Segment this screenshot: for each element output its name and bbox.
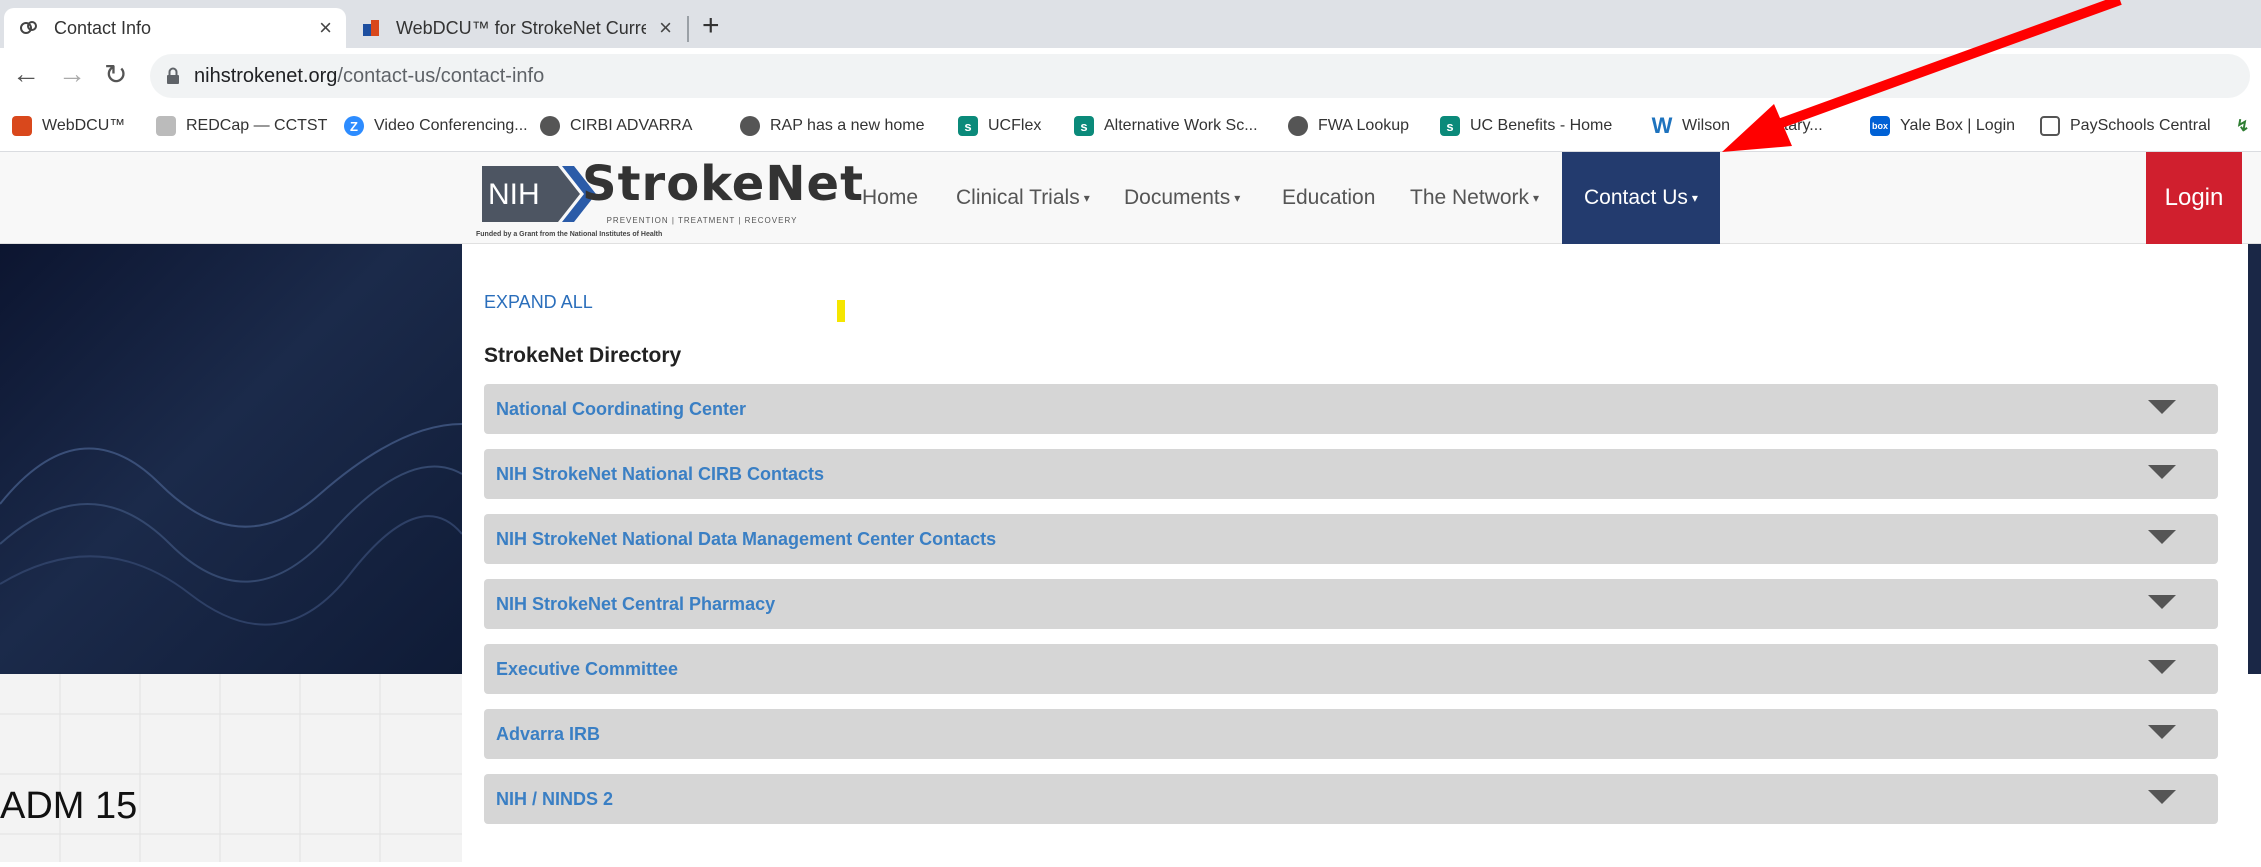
bookmark-video-conferencing[interactable]: Z Video Conferencing... bbox=[344, 116, 528, 136]
annotation-arrow-icon bbox=[1722, 0, 2122, 152]
chevron-down-icon bbox=[2148, 660, 2176, 674]
sharepoint-icon: s bbox=[1440, 116, 1460, 136]
bookmark-alternative-work[interactable]: s Alternative Work Sc... bbox=[1074, 116, 1258, 136]
reload-icon[interactable]: ↻ bbox=[104, 58, 127, 91]
bookmark-cirbi-advarra[interactable]: CIRBI ADVARRA bbox=[540, 116, 692, 136]
bookmark-webdcu[interactable]: WebDCU™ bbox=[12, 116, 125, 136]
directory-title: StrokeNet Directory bbox=[484, 344, 682, 367]
nav-label: Documents bbox=[1124, 186, 1231, 209]
bookmark-label: WebDCU™ bbox=[42, 117, 126, 134]
chevron-down-icon bbox=[2148, 595, 2176, 609]
chevron-down-icon bbox=[2148, 725, 2176, 739]
bookmark-ucflex[interactable]: s UCFlex bbox=[958, 116, 1041, 136]
accordion-national-coordinating-center[interactable]: National Coordinating Center bbox=[484, 384, 2218, 434]
nav-education[interactable]: Education bbox=[1282, 152, 1375, 244]
accordion-cirb-contacts[interactable]: NIH StrokeNet National CIRB Contacts bbox=[484, 449, 2218, 499]
tab-title: Contact Info bbox=[54, 17, 152, 38]
nav-documents[interactable]: Documents ▾ bbox=[1124, 152, 1240, 244]
sharepoint-icon: s bbox=[1074, 116, 1094, 136]
close-tab-icon[interactable]: × bbox=[319, 15, 332, 41]
logo-funded-by: Funded by a Grant from the National Inst… bbox=[476, 231, 663, 238]
bookmark-label: RAP has a new home bbox=[770, 117, 925, 134]
webdcu-icon bbox=[12, 116, 32, 136]
highlight-mark bbox=[837, 300, 845, 322]
bookmark-label: REDCap — CCTST bbox=[186, 117, 328, 134]
accordion-data-management-center[interactable]: NIH StrokeNet National Data Management C… bbox=[484, 514, 2218, 564]
nav-label: Education bbox=[1282, 186, 1376, 209]
nav-label: Contact Us bbox=[1584, 186, 1688, 209]
accordion-advarra-irb[interactable]: Advarra IRB bbox=[484, 709, 2218, 759]
nav-label: Clinical Trials bbox=[956, 186, 1080, 209]
nav-label: The Network bbox=[1410, 186, 1530, 209]
annotation-label: ADM 15 bbox=[0, 785, 138, 827]
site-favicon-icon bbox=[18, 17, 40, 39]
globe-icon bbox=[740, 116, 760, 136]
caret-down-icon: ▾ bbox=[1234, 191, 1241, 205]
caret-down-icon: ▾ bbox=[1533, 191, 1540, 205]
new-tab-button[interactable]: + bbox=[702, 9, 720, 43]
bookmark-fwa-lookup[interactable]: FWA Lookup bbox=[1288, 116, 1409, 136]
logo-nih: NIH bbox=[488, 178, 540, 211]
hero-background-edge bbox=[2248, 244, 2261, 674]
webdcu-favicon-icon bbox=[360, 17, 382, 39]
bookmark-label: FWA Lookup bbox=[1318, 117, 1410, 134]
close-tab-icon[interactable]: × bbox=[659, 15, 672, 41]
back-icon[interactable]: ← bbox=[12, 58, 40, 90]
chevron-down-icon bbox=[2148, 465, 2176, 479]
chevron-down-icon bbox=[2148, 400, 2176, 414]
grid-background bbox=[0, 674, 462, 862]
bookmark-label: UCFlex bbox=[988, 117, 1042, 134]
tab-webdcu[interactable]: WebDCU™ for StrokeNet Curren × bbox=[346, 8, 686, 48]
globe-icon bbox=[1288, 116, 1308, 136]
nav-clinical-trials[interactable]: Clinical Trials ▾ bbox=[956, 152, 1090, 244]
accordion-label: Executive Committee bbox=[496, 658, 679, 679]
caret-down-icon: ▾ bbox=[1083, 191, 1090, 205]
accordion-label: NIH StrokeNet National CIRB Contacts bbox=[496, 463, 825, 484]
accordion-label: Advarra IRB bbox=[496, 723, 601, 744]
accordion-executive-committee[interactable]: Executive Committee bbox=[484, 644, 2218, 694]
bookmark-uc-benefits[interactable]: s UC Benefits - Home bbox=[1440, 116, 1612, 136]
expand-all-link[interactable]: EXPAND ALL bbox=[484, 292, 593, 313]
w-logo-icon: W bbox=[1651, 113, 1673, 138]
logo-name: StrokeNet bbox=[582, 156, 865, 212]
bookmark-label: CIRBI ADVARRA bbox=[570, 117, 693, 134]
url-path: /contact-us/contact-info bbox=[337, 64, 545, 87]
sharepoint-icon: s bbox=[958, 116, 978, 136]
zoom-icon: Z bbox=[344, 116, 364, 136]
nav-label: Home bbox=[862, 186, 919, 209]
globe-icon bbox=[540, 116, 560, 136]
lock-icon bbox=[166, 67, 180, 85]
accordion-label: NIH StrokeNet National Data Management C… bbox=[496, 528, 997, 549]
nav-the-network[interactable]: The Network ▾ bbox=[1410, 152, 1539, 244]
url-host: nihstrokenet.org bbox=[194, 64, 338, 87]
bookmark-label: Video Conferencing... bbox=[374, 117, 528, 134]
overflow-bookmark-icon[interactable]: ↯ bbox=[2236, 116, 2249, 136]
bookmark-label: Alternative Work Sc... bbox=[1104, 117, 1258, 134]
accordion-central-pharmacy[interactable]: NIH StrokeNet Central Pharmacy bbox=[484, 579, 2218, 629]
accordion-label: National Coordinating Center bbox=[496, 398, 747, 419]
bookmark-redcap[interactable]: REDCap — CCTST bbox=[156, 116, 327, 136]
nav-contact-us[interactable]: Contact Us ▾ bbox=[1562, 152, 1720, 244]
forward-icon[interactable]: → bbox=[58, 58, 86, 90]
tab-separator bbox=[687, 16, 689, 42]
bookmark-label: UC Benefits - Home bbox=[1470, 117, 1613, 134]
accordion-nih-ninds[interactable]: NIH / NINDS 2 bbox=[484, 774, 2218, 824]
chevron-down-icon bbox=[2148, 530, 2176, 544]
logo-tagline: PREVENTION | TREATMENT | RECOVERY bbox=[606, 216, 798, 225]
tab-title: WebDCU™ for StrokeNet Curren bbox=[396, 17, 646, 38]
caret-down-icon: ▾ bbox=[1691, 191, 1698, 205]
accordion-label: NIH / NINDS 2 bbox=[496, 788, 614, 809]
bookmark-rap[interactable]: RAP has a new home bbox=[740, 116, 924, 136]
hero-background-image bbox=[0, 244, 462, 674]
tab-contact-info[interactable]: Contact Info × bbox=[4, 8, 346, 48]
chevron-down-icon bbox=[2148, 790, 2176, 804]
strokenet-logo[interactable]: NIH StrokeNet PREVENTION | TREATMENT | R… bbox=[476, 156, 863, 242]
accordion-label: NIH StrokeNet Central Pharmacy bbox=[496, 593, 776, 614]
redcap-icon bbox=[156, 116, 176, 136]
nav-home[interactable]: Home bbox=[862, 152, 918, 244]
